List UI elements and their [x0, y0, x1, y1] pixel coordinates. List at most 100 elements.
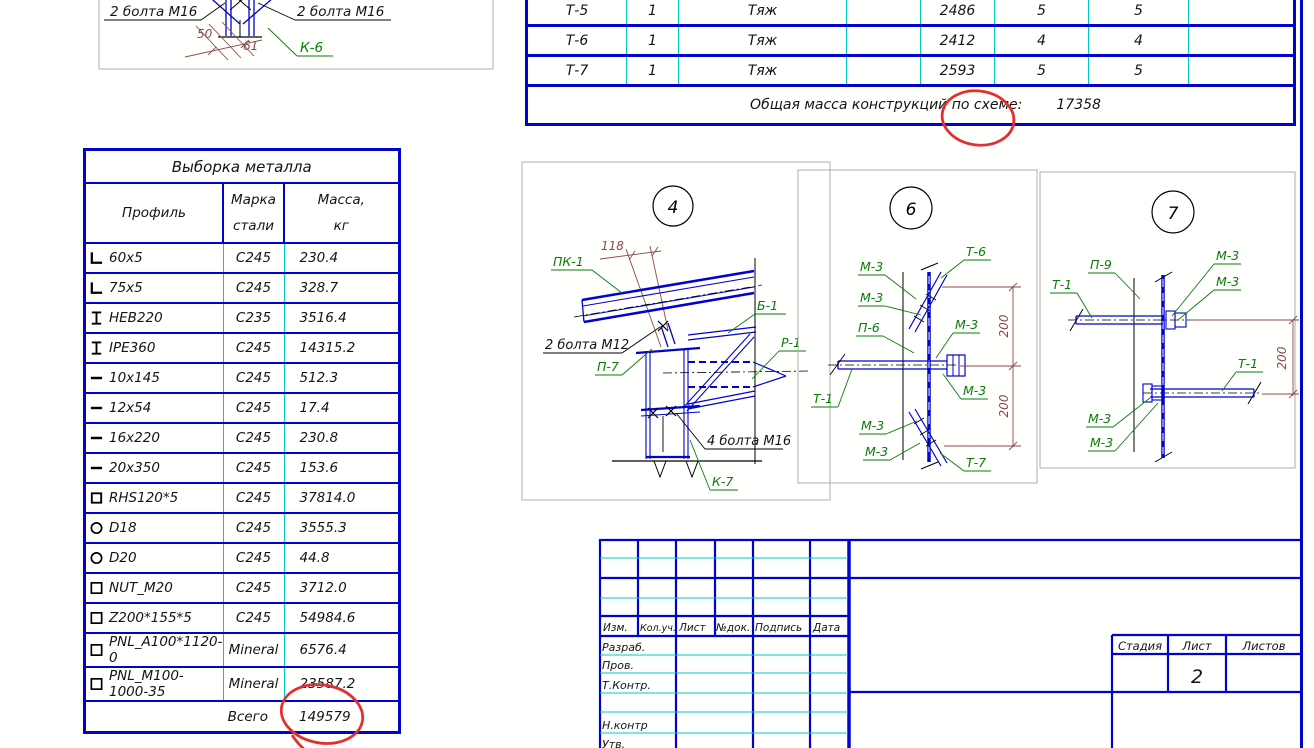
svg-text:М-3: М-3 — [955, 317, 978, 332]
metal-table-row: NUT_M20 С245 3712.0 — [84, 573, 399, 604]
profile-square-icon — [90, 644, 103, 656]
label-pk1: ПК-1 — [551, 254, 623, 294]
steel-grade: С245 — [223, 513, 285, 544]
metal-table-header: Профиль Марка стали Масса, кг — [84, 183, 399, 244]
structure — [837, 271, 966, 467]
mass-value: 37814.0 — [284, 483, 399, 514]
col-mass: Масса, кг — [284, 183, 399, 244]
cell-empty — [1188, 0, 1295, 27]
profile-name: RHS120*5 — [109, 490, 179, 506]
svg-text:Б-1: Б-1 — [757, 298, 778, 313]
metal-table-row: 60x5 С245 230.4 — [84, 243, 399, 274]
svg-text:М-3: М-3 — [860, 259, 883, 274]
detail-6-viewport: 6 200 200 Т-6 М-3 М-3 П-6 М-3 М-3 Т-1 М-… — [797, 169, 1038, 484]
cell-n2: 4 — [1088, 25, 1189, 57]
cell-type: Тяж — [678, 55, 847, 87]
steel-grade: Mineral — [223, 667, 285, 702]
svg-text:ПК-1: ПК-1 — [553, 254, 584, 269]
mass-value: 230.8 — [284, 423, 399, 454]
svg-text:М-3: М-3 — [1216, 274, 1239, 289]
mass-value: 54984.6 — [284, 603, 399, 634]
row-razrab: Разраб. — [602, 641, 645, 654]
cell-empty — [846, 25, 921, 57]
profile-flat-icon — [90, 436, 103, 440]
svg-text:М-3: М-3 — [1216, 248, 1239, 263]
labels: Т-6 М-3 М-3 П-6 М-3 М-3 Т-1 М-3 М-3 Т-7 — [811, 244, 991, 472]
svg-text:М-3: М-3 — [1088, 411, 1111, 426]
label-m3-b: М-3 — [858, 290, 922, 316]
mass-value: 17.4 — [284, 393, 399, 424]
mass-value: 3516.4 — [284, 303, 399, 334]
cell-n2: 5 — [1088, 0, 1189, 27]
label-m3-f: М-3 — [863, 442, 921, 461]
svg-text:К-7: К-7 — [712, 474, 733, 489]
labels: П-9 Т-1 М-3 М-3 Т-1 М-3 М-3 — [1050, 248, 1263, 452]
profile-name: PNL_M100-1000-35 — [109, 668, 184, 700]
table-row: Т-5 1 Тяж 2486 5 5 — [526, 0, 1295, 27]
steel-grade: Mineral — [223, 633, 285, 668]
profile-name: 20x350 — [109, 460, 160, 476]
label-m3-d: М-3 — [942, 373, 988, 400]
total-mass-label: Общая масса конструкций по схеме: — [750, 97, 1023, 113]
total-value: 149579 — [284, 700, 399, 733]
profile-name: Z200*155*5 — [109, 610, 192, 626]
cell-mark: Т-6 — [526, 25, 627, 57]
profile-angle-icon — [90, 282, 103, 294]
steel-grade: С245 — [223, 363, 285, 394]
profile-angle-icon — [90, 252, 103, 264]
profile-round-icon — [90, 552, 103, 564]
mass-value: 230.4 — [284, 243, 399, 274]
svg-text:М-3: М-3 — [963, 383, 986, 398]
mass-value: 512.3 — [284, 363, 399, 394]
profile-name: 10x145 — [109, 370, 160, 386]
mass-value: 23587.2 — [284, 667, 399, 702]
steel-grade: С245 — [223, 273, 285, 304]
svg-text:М-3: М-3 — [860, 290, 883, 305]
row-utv: Утв. — [602, 738, 625, 748]
profile-name: HEB220 — [109, 310, 163, 326]
profile-square-icon — [90, 678, 103, 690]
bolt-label-right: 2 болта М16 — [257, 2, 391, 21]
metal-table-row: PNL_A100*1120-0 Mineral 6576.4 — [84, 633, 399, 668]
svg-text:М-3: М-3 — [861, 418, 884, 433]
row-nkontr: Н.контр — [602, 719, 648, 732]
label-p6: П-6 — [856, 320, 915, 354]
profile-round-icon — [90, 522, 103, 534]
col-stadiya: Стадия — [1118, 639, 1162, 653]
mark-k6-label: К-6 — [267, 27, 333, 57]
steel-grade: С235 — [223, 303, 285, 334]
metal-table-row: 75x5 С245 328.7 — [84, 273, 399, 304]
mass-value: 44.8 — [284, 543, 399, 574]
svg-text:П-7: П-7 — [597, 359, 619, 374]
label-b1: Б-1 — [727, 298, 786, 334]
profile-flat-icon — [90, 376, 103, 380]
profile-square-icon — [90, 612, 103, 624]
svg-text:Т-6: Т-6 — [966, 244, 986, 259]
dim-200-bottom: 200 — [997, 394, 1011, 417]
hatch-and-centerlines — [828, 293, 958, 447]
metal-table-row: 16x220 С245 230.8 — [84, 423, 399, 454]
metal-table-row: RHS120*5 С245 37814.0 — [84, 483, 399, 514]
metal-table-row: Z200*155*5 С245 54984.6 — [84, 603, 399, 634]
label-bolts-m16: 4 болта М16 — [675, 412, 791, 450]
sheet-border-right — [1300, 0, 1303, 748]
cell-n1: 5 — [994, 55, 1089, 87]
svg-text:Т-1: Т-1 — [1238, 356, 1258, 371]
label-t7: Т-7 — [939, 452, 991, 472]
profile-ibeam-icon — [91, 311, 102, 325]
col-data: Дата — [812, 622, 840, 634]
svg-text:Т-1: Т-1 — [813, 391, 833, 406]
cell-type: Тяж — [678, 25, 847, 57]
profile-flat-icon — [90, 406, 103, 410]
table-footer-row: Общая масса конструкций по схеме: 17358 — [526, 84, 1295, 126]
label-m3-c: М-3 — [935, 317, 980, 359]
row-prov: Пров. — [602, 659, 634, 672]
total-label: Всего — [84, 700, 284, 733]
profile-name: 16x220 — [109, 430, 160, 446]
metal-table-title: Выборка металла — [84, 149, 399, 184]
profile-flat-icon — [90, 466, 103, 470]
steel-grade: С245 — [223, 393, 285, 424]
cell-n1: 5 — [994, 0, 1089, 27]
detail-number: 7 — [1168, 204, 1179, 224]
mass-value: 14315.2 — [284, 333, 399, 364]
